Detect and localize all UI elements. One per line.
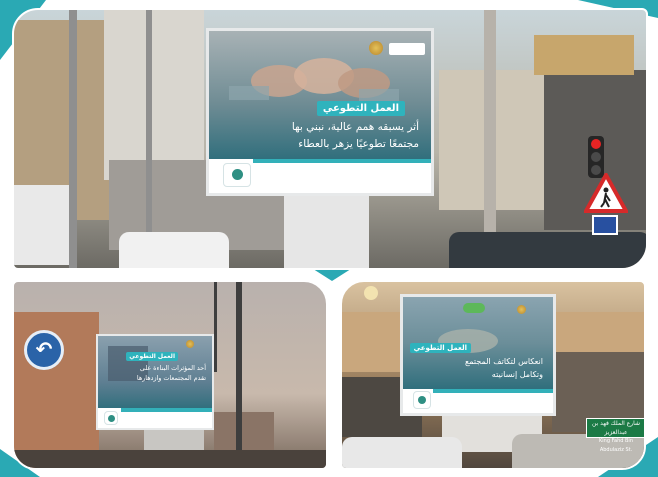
logo-icon — [223, 163, 251, 187]
billboard-bl-title: العمل التطوعي — [126, 352, 178, 361]
utility-pole — [69, 10, 77, 268]
billboard-top-line1: أثر يسبقه همم عالية، نبني بها — [291, 121, 419, 133]
u-turn-icon: ↶ — [24, 330, 64, 370]
leaf-icon — [463, 303, 485, 313]
pole-thin — [214, 282, 217, 372]
car-white — [342, 437, 462, 468]
billboard-bl-line1: أحد المؤثرات البناءة على — [139, 364, 206, 372]
logo-icon — [413, 391, 431, 409]
light-pole — [146, 10, 152, 268]
car-white — [119, 232, 229, 268]
street-sign-line1: شارع الملك فهد بن عبدالعزيز — [591, 420, 641, 436]
lamp — [364, 286, 378, 300]
photo-top: العمل التطوعي أثر يسبقه همم عالية، نبني … — [12, 8, 648, 270]
horizon-trees — [14, 450, 326, 468]
traffic-light-icon — [588, 136, 604, 178]
car-dark — [449, 232, 646, 268]
billboard-top-title: العمل التطوعي — [316, 101, 405, 116]
logo-icon — [389, 43, 425, 55]
photo-bottom-left: ↶ العمل التطوعي أحد المؤثرات البناءة على… — [12, 280, 328, 470]
logo-icon — [104, 411, 118, 425]
building-roof — [534, 35, 634, 75]
photo-bottom-right: العمل التطوعي انعكاس لتكاتف المجتمع وتكا… — [340, 280, 646, 470]
utility-pole-right — [484, 10, 496, 268]
street-sign: شارع الملك فهد بن عبدالعزيز King Fahd Bi… — [586, 418, 644, 453]
building-white — [104, 10, 204, 180]
street-sign-line2: King Fahd Bin Abdulaziz St. — [598, 438, 633, 453]
utility-pole — [236, 282, 242, 468]
billboard-top: العمل التطوعي أثر يسبقه همم عالية، نبني … — [206, 28, 434, 196]
billboard-br-line2: وتكامل إنسانيته — [491, 370, 543, 379]
pedestrian-crossing-icon — [584, 173, 628, 213]
billboard-top-line2: مجتمعًا تطوعيًا يزهر بالعطاء — [298, 138, 419, 150]
billboard-br-title: العمل التطوعي — [409, 343, 471, 353]
billboard-bottom-left: العمل التطوعي أحد المؤثرات البناءة على ت… — [96, 334, 214, 430]
billboard-bl-line2: تقدم المجتمعات وازدهارها — [136, 374, 206, 382]
blue-sign — [592, 215, 618, 235]
billboard-support — [284, 195, 369, 268]
emblem-icon — [517, 305, 526, 314]
emblem-icon — [186, 340, 194, 348]
billboard-br-line1: انعكاس لتكاتف المجتمع — [465, 357, 543, 366]
truck-cab — [14, 185, 74, 265]
hands-image — [438, 329, 498, 353]
emblem-icon — [369, 41, 383, 55]
billboard-bottom-right: العمل التطوعي انعكاس لتكاتف المجتمع وتكا… — [400, 294, 556, 416]
